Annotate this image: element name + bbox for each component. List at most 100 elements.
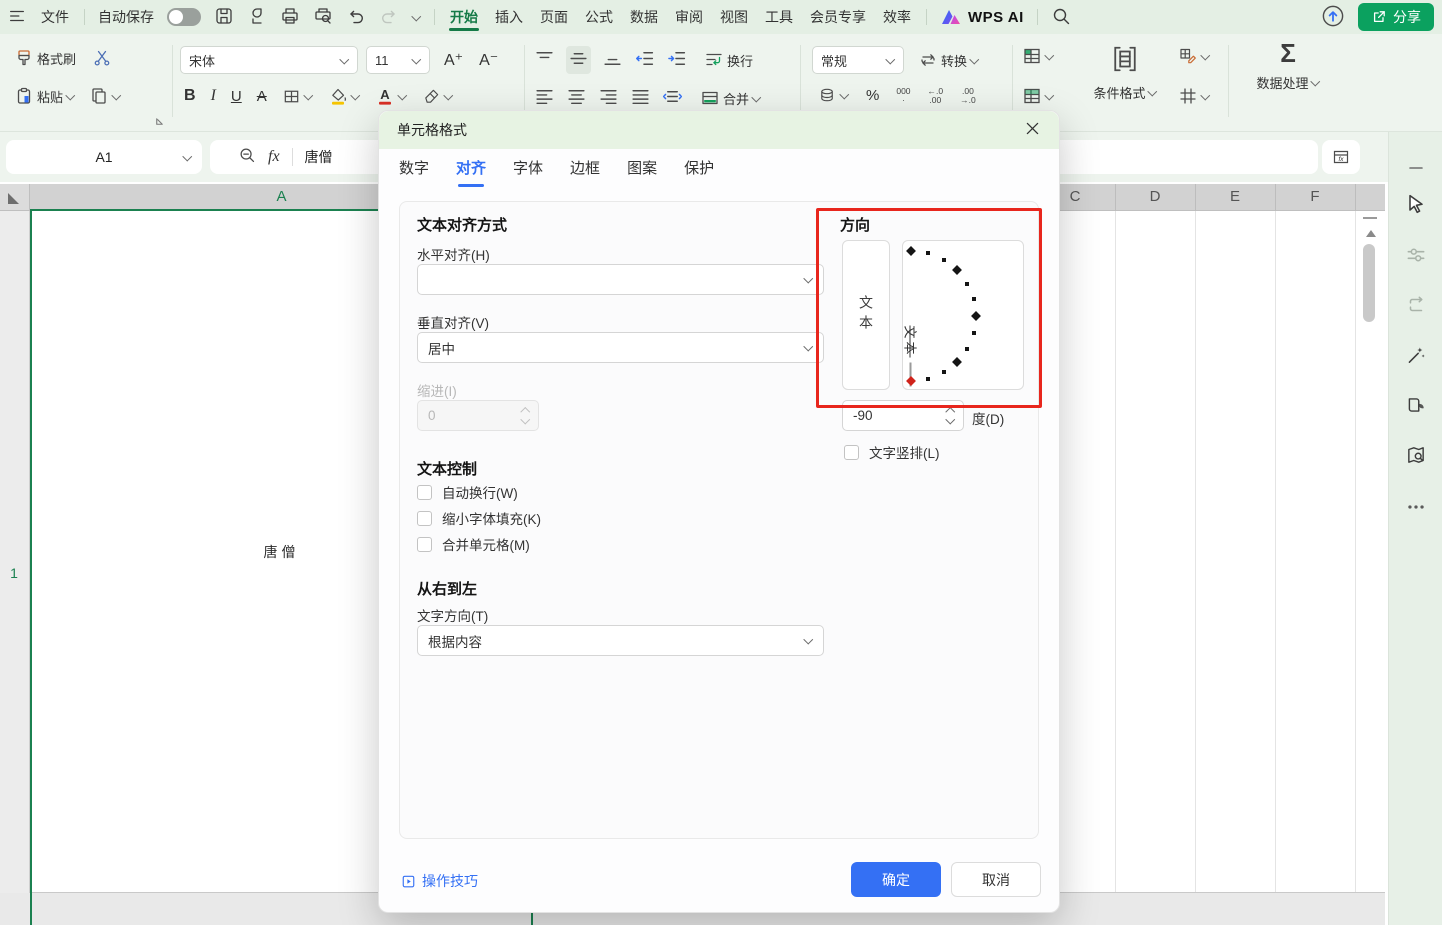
format-as-table-chevron-icon[interactable] [1045, 92, 1054, 101]
column-header-e[interactable]: E [1220, 188, 1250, 205]
font-color-button[interactable]: A [375, 86, 407, 106]
strikethrough-button[interactable]: A [257, 88, 267, 105]
eraser-button[interactable] [422, 87, 453, 106]
font-size-select[interactable]: 11 [366, 46, 430, 74]
copy-chevron-icon[interactable] [112, 92, 121, 101]
convert-chevron-icon[interactable] [970, 56, 979, 65]
distribute-button[interactable] [662, 86, 683, 110]
menu-tab-formula[interactable]: 公式 [583, 0, 615, 34]
orientation-vertical-text-box[interactable]: 文本 [842, 240, 890, 390]
shrink-to-fit-checkbox[interactable] [417, 511, 432, 526]
menu-tab-efficiency[interactable]: 效率 [881, 0, 913, 34]
close-icon[interactable] [1024, 120, 1041, 140]
font-name-select[interactable]: 宋体 [180, 46, 358, 74]
bold-button[interactable]: B [184, 87, 196, 105]
vertical-align-select[interactable]: 居中 [417, 332, 824, 363]
font-color-chevron-icon[interactable] [398, 92, 407, 101]
menu-tab-insert[interactable]: 插入 [493, 0, 525, 34]
menu-tab-data[interactable]: 数据 [628, 0, 660, 34]
cut-button[interactable] [92, 48, 112, 68]
export-icon[interactable] [247, 6, 267, 29]
orientation-dot[interactable] [926, 251, 930, 255]
paste-button[interactable]: 粘贴 [14, 86, 75, 106]
format-painter-button[interactable]: 格式刷 [14, 48, 76, 68]
align-bottom-button[interactable] [602, 48, 623, 72]
menu-tab-home[interactable]: 开始 [448, 0, 480, 34]
magic-wand-icon[interactable] [1405, 344, 1427, 371]
wrap-text-checkbox[interactable] [417, 485, 432, 500]
grid-frame-button[interactable] [1178, 86, 1210, 106]
borders-chevron-icon[interactable] [304, 92, 313, 101]
copy-button[interactable] [89, 86, 121, 106]
merge-cells-button[interactable]: 合并 [700, 88, 761, 108]
horizontal-align-select[interactable] [417, 264, 824, 295]
orientation-dot[interactable] [965, 347, 969, 351]
wps-ai-button[interactable]: WPS AI [940, 7, 1024, 27]
grid-frame-chevron-icon[interactable] [1201, 92, 1210, 101]
vertical-stack-checkbox[interactable] [844, 445, 859, 460]
orientation-dot[interactable] [952, 357, 962, 367]
fill-color-button[interactable] [328, 86, 360, 106]
upload-cloud-icon[interactable] [1321, 4, 1345, 31]
orientation-dot[interactable] [926, 377, 930, 381]
tab-number[interactable]: 数字 [399, 149, 429, 189]
tab-protection[interactable]: 保护 [684, 149, 714, 189]
decrease-indent-button[interactable] [634, 48, 655, 72]
orientation-dot[interactable] [942, 370, 946, 374]
indent-spinner[interactable]: 0 [417, 400, 539, 431]
name-box[interactable]: A1 [6, 140, 202, 174]
scrollbar-thumb[interactable] [1363, 244, 1375, 322]
paste-chevron-icon[interactable] [66, 92, 75, 101]
tab-alignment[interactable]: 对齐 [456, 149, 486, 189]
orientation-dot[interactable] [952, 265, 962, 275]
orientation-dot[interactable] [965, 282, 969, 286]
orientation-dot[interactable] [972, 331, 976, 335]
wrap-text-button[interactable]: 换行 [704, 50, 753, 70]
clipboard-dialog-launcher-icon[interactable] [154, 114, 165, 132]
thousands-separator-button[interactable]: 000· [896, 87, 910, 105]
cancel-button[interactable]: 取消 [951, 862, 1041, 897]
underline-button[interactable]: U [231, 88, 242, 105]
file-menu[interactable]: 文件 [39, 0, 71, 34]
menu-tab-membership[interactable]: 会员专享 [808, 0, 868, 34]
format-as-table-button[interactable] [1022, 86, 1054, 106]
main-menu-icon[interactable] [8, 7, 26, 28]
quick-access-chevron-icon[interactable] [412, 13, 421, 22]
align-center-button[interactable] [566, 86, 587, 110]
increase-indent-button[interactable] [666, 48, 687, 72]
search-icon[interactable] [1051, 6, 1071, 29]
select-all-corner[interactable] [0, 184, 30, 211]
fill-color-chevron-icon[interactable] [351, 92, 360, 101]
name-box-chevron-icon[interactable] [183, 153, 192, 162]
menu-tab-tools[interactable]: 工具 [763, 0, 795, 34]
convert-button[interactable]: 转换 [918, 50, 979, 70]
adjust-settings-icon[interactable] [1405, 244, 1427, 271]
column-header-f[interactable]: F [1300, 188, 1330, 205]
orientation-dot[interactable] [906, 246, 916, 256]
orientation-dot[interactable] [971, 311, 981, 321]
cursor-tool-icon[interactable] [1404, 192, 1428, 221]
share-button[interactable]: 分享 [1358, 3, 1434, 31]
borders-button[interactable] [282, 87, 313, 106]
orientation-dot[interactable] [942, 258, 946, 262]
orientation-gauge[interactable]: 文本 [902, 240, 1024, 390]
tips-link[interactable]: 操作技巧 [401, 871, 478, 891]
redo-icon[interactable] [379, 6, 399, 29]
text-direction-select[interactable]: 根据内容 [417, 625, 824, 656]
document-search-icon[interactable] [1405, 444, 1427, 471]
menu-tab-view[interactable]: 视图 [718, 0, 750, 34]
column-header-c[interactable]: C [1060, 188, 1090, 205]
undo-icon[interactable] [346, 6, 366, 29]
save-icon[interactable] [214, 6, 234, 29]
cell-style-button[interactable] [1022, 46, 1054, 66]
menu-tab-review[interactable]: 审阅 [673, 0, 705, 34]
orientation-dot[interactable] [972, 297, 976, 301]
degrees-down-icon[interactable] [946, 416, 955, 425]
loop-preview-icon[interactable] [1405, 294, 1427, 321]
italic-button[interactable]: I [211, 87, 216, 105]
table-style-brush-button[interactable] [1178, 46, 1210, 66]
align-top-button[interactable] [534, 48, 555, 72]
tab-border[interactable]: 边框 [570, 149, 600, 189]
merge-chevron-icon[interactable] [752, 94, 761, 103]
fx-pane-button[interactable]: fx [1322, 140, 1360, 174]
